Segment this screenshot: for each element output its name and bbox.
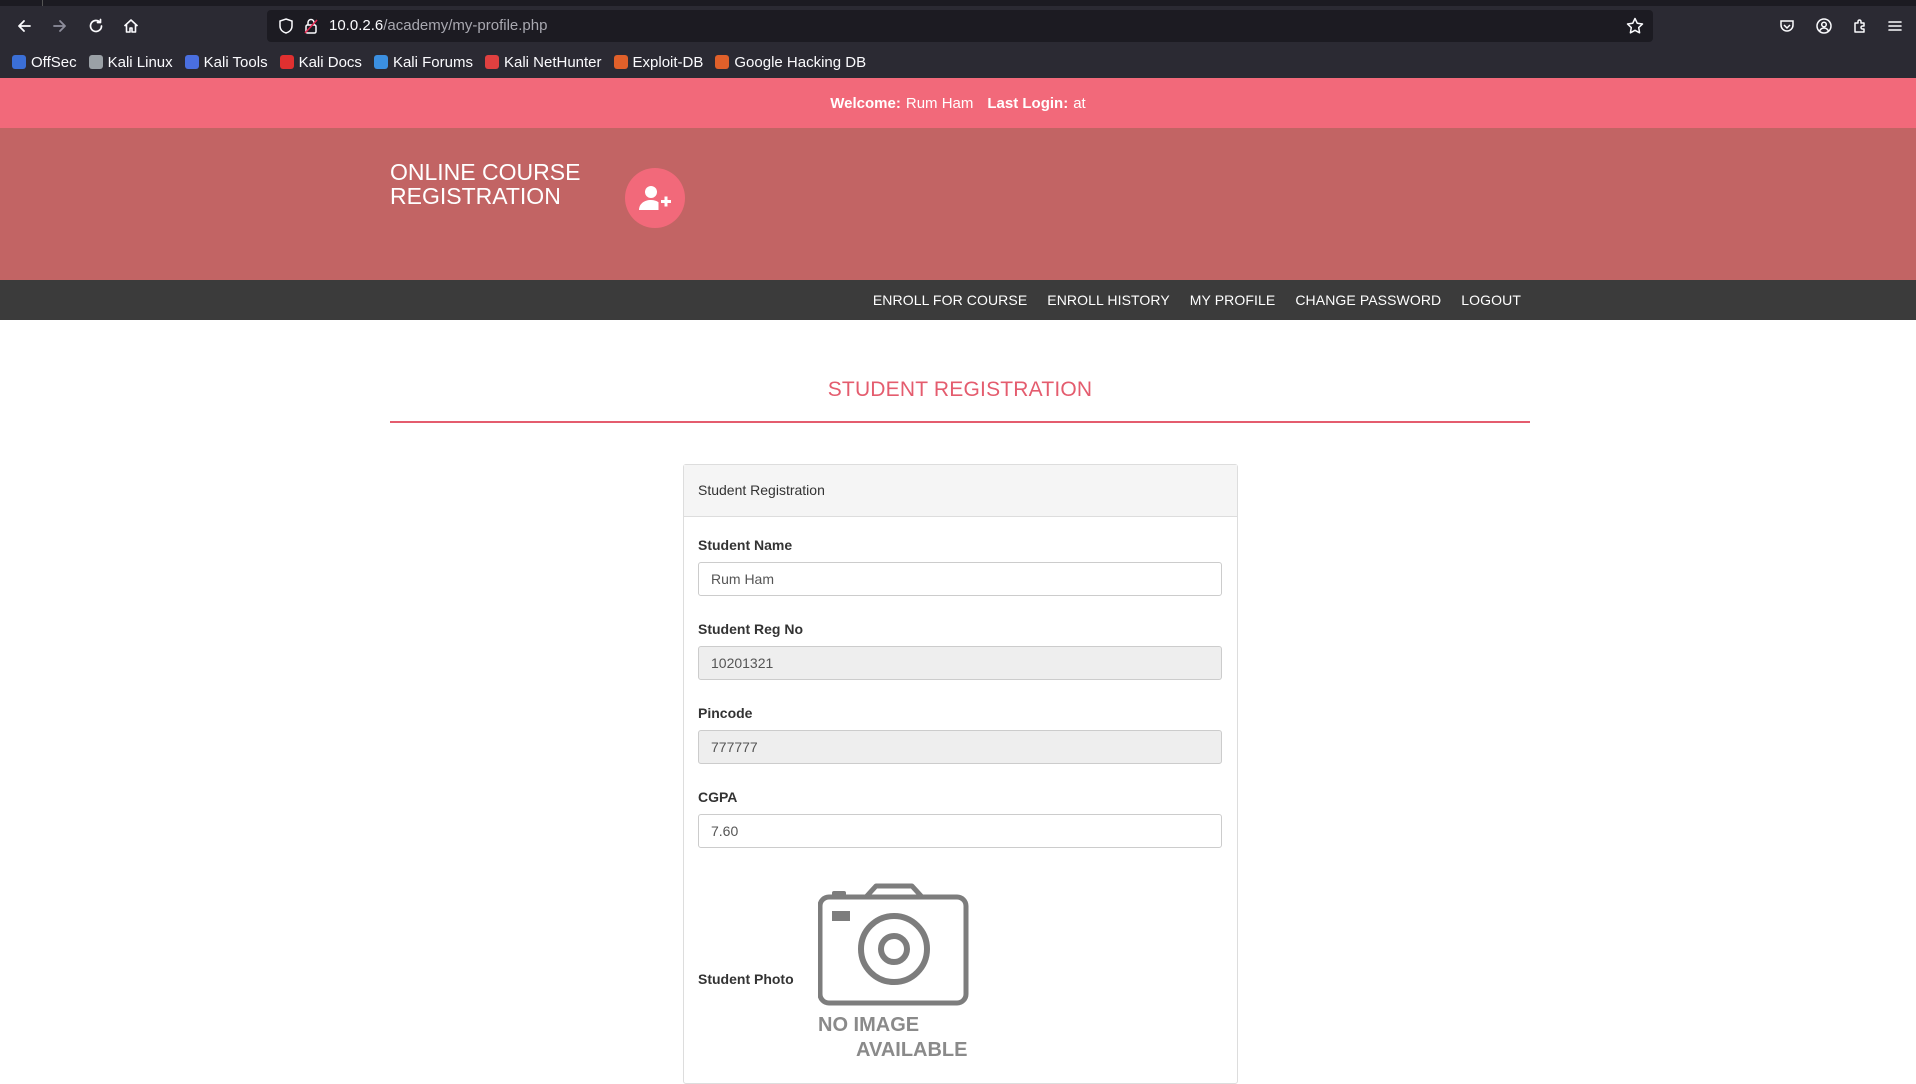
menu-change-password[interactable]: CHANGE PASSWORD bbox=[1295, 292, 1441, 308]
kali-forums-icon bbox=[373, 55, 388, 69]
pincode-field[interactable] bbox=[698, 730, 1222, 764]
student-photo-label: Student Photo bbox=[698, 971, 794, 987]
menu-icon[interactable] bbox=[1881, 12, 1909, 40]
last-login-value: at bbox=[1073, 94, 1086, 112]
bookmarks-toolbar: OffSec Kali Linux Kali Tools Kali Docs K… bbox=[0, 47, 1916, 77]
offsec-favicon-icon bbox=[12, 55, 26, 69]
home-icon[interactable] bbox=[117, 12, 145, 40]
bookmark-kali-forums[interactable]: Kali Forums bbox=[373, 54, 473, 71]
last-login-label: Last Login: bbox=[987, 94, 1069, 112]
bookmark-exploit-db[interactable]: Exploit-DB bbox=[613, 54, 703, 71]
menu-enroll-for-course[interactable]: ENROLL FOR COURSE bbox=[873, 292, 1027, 308]
panel-heading: Student Registration bbox=[684, 465, 1237, 517]
main-menu-bar: ENROLL FOR COURSE ENROLL HISTORY MY PROF… bbox=[0, 280, 1916, 320]
site-header: ONLINE COURSE REGISTRATION bbox=[0, 128, 1916, 280]
reload-icon[interactable] bbox=[82, 12, 110, 40]
cgpa-label: CGPA bbox=[698, 789, 738, 805]
account-icon[interactable] bbox=[1810, 12, 1838, 40]
tab-strip bbox=[0, 0, 1916, 6]
kali-tools-icon bbox=[184, 55, 199, 69]
pincode-label: Pincode bbox=[698, 705, 753, 721]
brand-line-2: REGISTRATION bbox=[390, 183, 561, 209]
welcome-bar: Welcome: Rum Ham Last Login: at bbox=[0, 78, 1916, 128]
bookmark-kali-nethunter[interactable]: Kali NetHunter bbox=[484, 54, 602, 71]
kali-dragon-icon bbox=[88, 55, 103, 69]
pocket-icon[interactable] bbox=[1773, 12, 1801, 40]
navigation-toolbar: 10.0.2.6/academy/my-profile.php bbox=[0, 8, 1916, 44]
student-reg-no-label: Student Reg No bbox=[698, 621, 803, 637]
user-plus-icon bbox=[625, 168, 685, 228]
kali-nethunter-icon bbox=[484, 55, 499, 69]
back-icon[interactable] bbox=[10, 12, 38, 40]
no-image-line-1: NO IMAGE bbox=[818, 1014, 919, 1036]
bookmark-star-icon[interactable] bbox=[1625, 16, 1645, 36]
no-image-line-2: AVAILABLE bbox=[856, 1039, 967, 1061]
site-brand[interactable]: ONLINE COURSE REGISTRATION bbox=[390, 160, 610, 208]
bookmark-google-hacking-db[interactable]: Google Hacking DB bbox=[715, 54, 866, 71]
student-name-field[interactable] bbox=[698, 562, 1222, 596]
main-menu: ENROLL FOR COURSE ENROLL HISTORY MY PROF… bbox=[853, 280, 1521, 320]
forward-icon[interactable] bbox=[46, 12, 74, 40]
menu-my-profile[interactable]: MY PROFILE bbox=[1190, 292, 1276, 308]
bookmark-offsec[interactable]: OffSec bbox=[12, 54, 77, 71]
brand-line-1: ONLINE COURSE bbox=[390, 159, 581, 185]
student-name-group: Student Name bbox=[698, 537, 1222, 596]
bookmark-kali-linux[interactable]: Kali Linux bbox=[88, 54, 173, 71]
page-title: STUDENT REGISTRATION bbox=[827, 378, 1093, 401]
google-hacking-db-icon bbox=[715, 55, 730, 69]
menu-enroll-history[interactable]: ENROLL HISTORY bbox=[1047, 292, 1170, 308]
insecure-lock-icon[interactable] bbox=[302, 17, 320, 35]
welcome-label: Welcome: bbox=[830, 94, 901, 112]
browser-chrome: 10.0.2.6/academy/my-profile.php OffSec K… bbox=[0, 0, 1916, 78]
exploit-db-icon bbox=[613, 55, 628, 69]
registration-panel: Student Registration Student Name Studen… bbox=[683, 464, 1238, 1084]
title-divider bbox=[390, 421, 1530, 423]
cgpa-group: CGPA bbox=[698, 789, 1222, 848]
bookmark-kali-docs[interactable]: Kali Docs bbox=[279, 54, 362, 71]
extensions-icon[interactable] bbox=[1846, 12, 1874, 40]
student-reg-no-group: Student Reg No bbox=[698, 621, 1222, 680]
no-image-camera-icon: NO IMAGE AVAILABLE bbox=[818, 883, 969, 1061]
pincode-group: Pincode bbox=[698, 705, 1222, 764]
menu-logout[interactable]: LOGOUT bbox=[1461, 292, 1521, 308]
bookmark-kali-tools[interactable]: Kali Tools bbox=[184, 54, 268, 71]
student-photo-group: Student Photo NO IMAGE AVAILABLE bbox=[698, 883, 1222, 1063]
tracking-shield-icon[interactable] bbox=[277, 17, 295, 35]
address-bar[interactable]: 10.0.2.6/academy/my-profile.php bbox=[267, 10, 1653, 42]
student-reg-no-field[interactable] bbox=[698, 646, 1222, 680]
student-name-label: Student Name bbox=[698, 537, 793, 553]
kali-docs-icon bbox=[279, 55, 294, 69]
url-text[interactable]: 10.0.2.6/academy/my-profile.php bbox=[329, 17, 547, 34]
welcome-user-name: Rum Ham bbox=[905, 94, 974, 112]
cgpa-field[interactable] bbox=[698, 814, 1222, 848]
